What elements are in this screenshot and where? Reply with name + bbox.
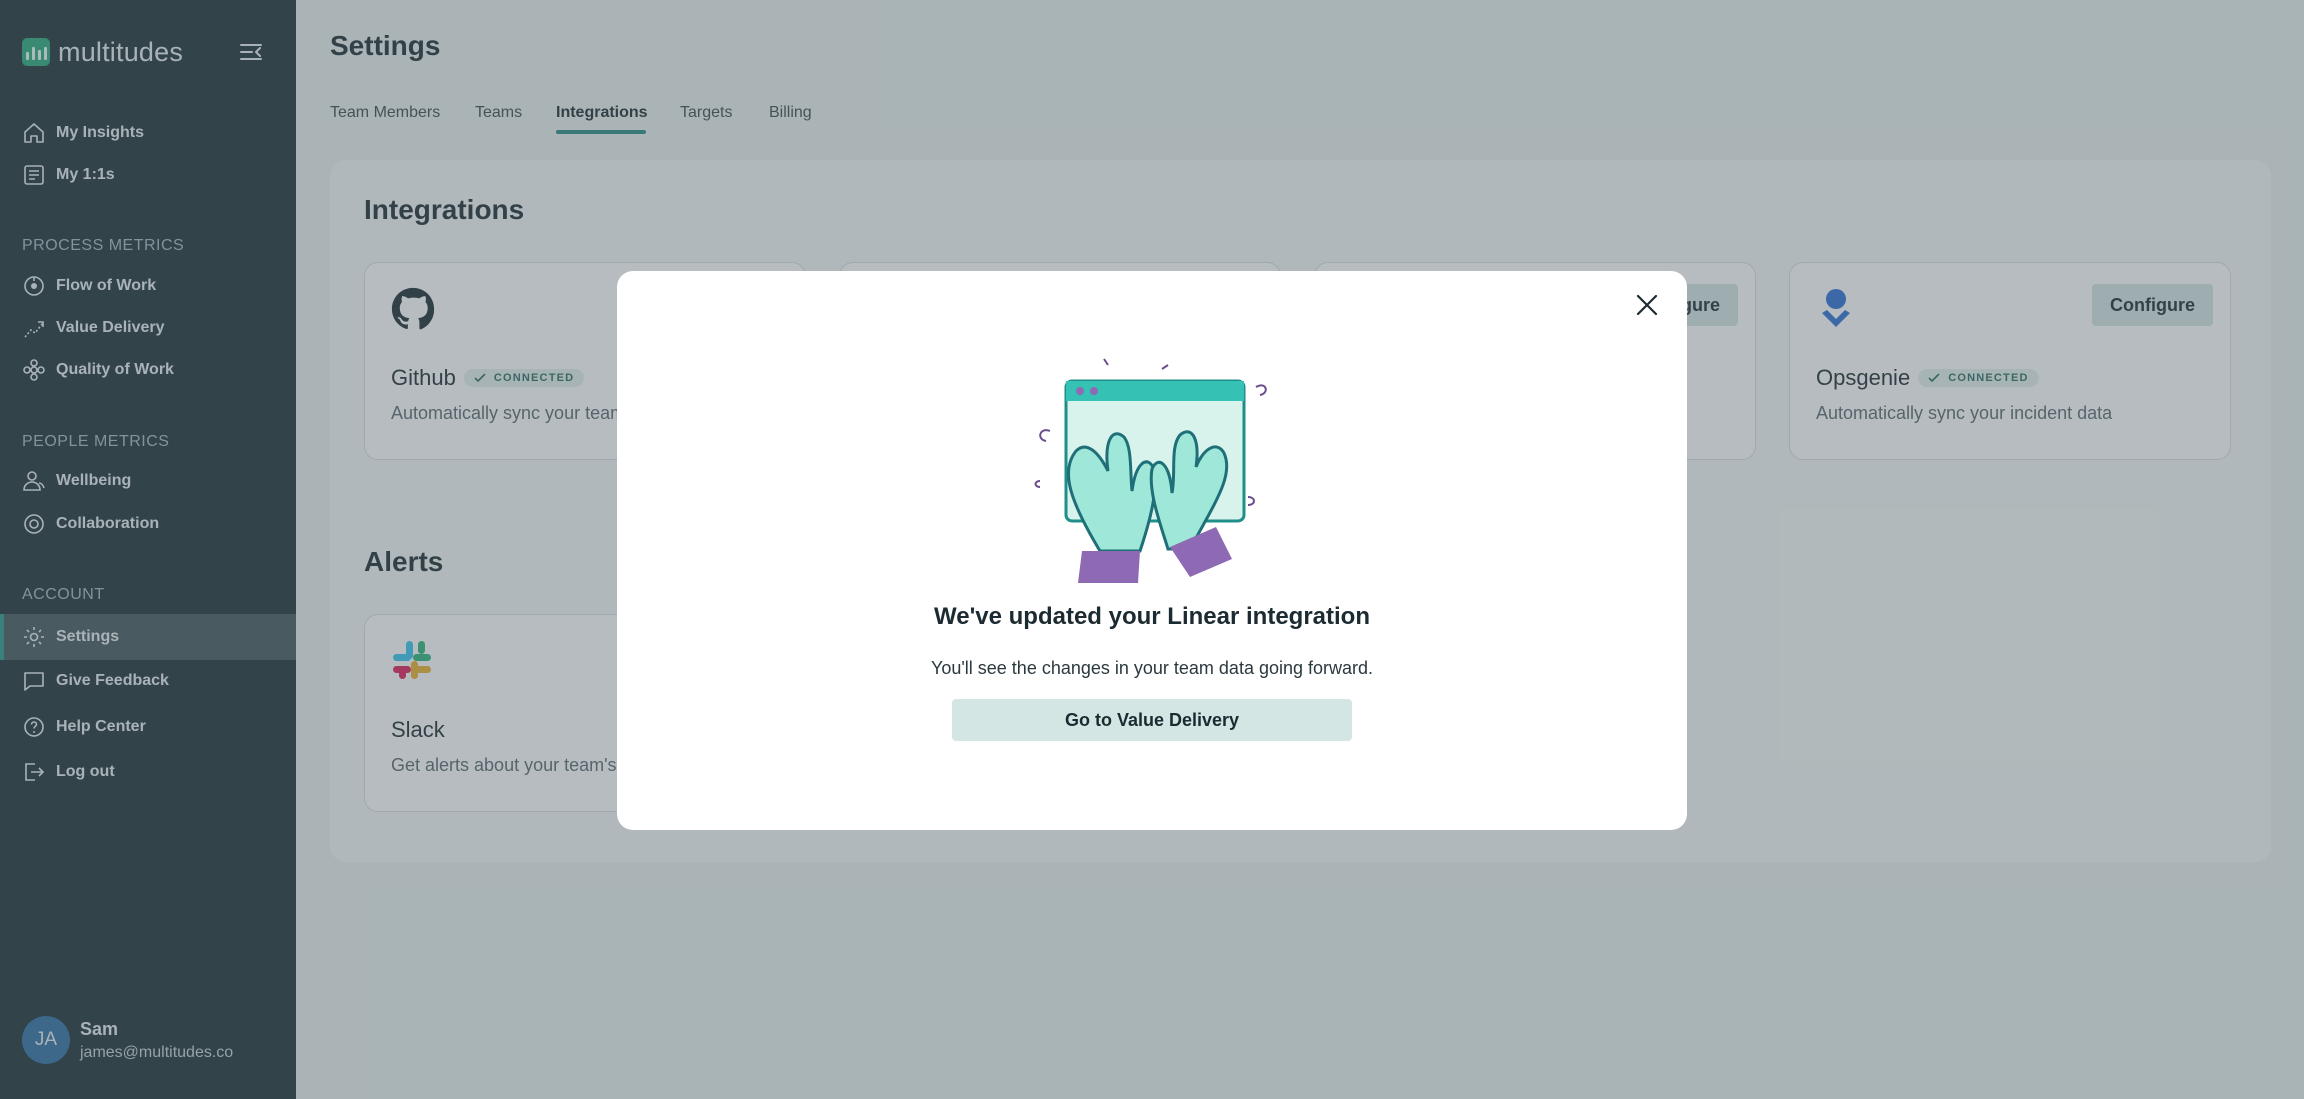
- close-icon: [1636, 294, 1658, 316]
- linear-updated-modal: We've updated your Linear integration Yo…: [617, 271, 1687, 830]
- go-to-value-delivery-button[interactable]: Go to Value Delivery: [952, 699, 1352, 741]
- modal-message: You'll see the changes in your team data…: [930, 658, 1374, 678]
- high-five-illustration: [1034, 358, 1267, 583]
- modal-title: We've updated your Linear integration: [934, 603, 1370, 630]
- close-button[interactable]: [1631, 289, 1663, 321]
